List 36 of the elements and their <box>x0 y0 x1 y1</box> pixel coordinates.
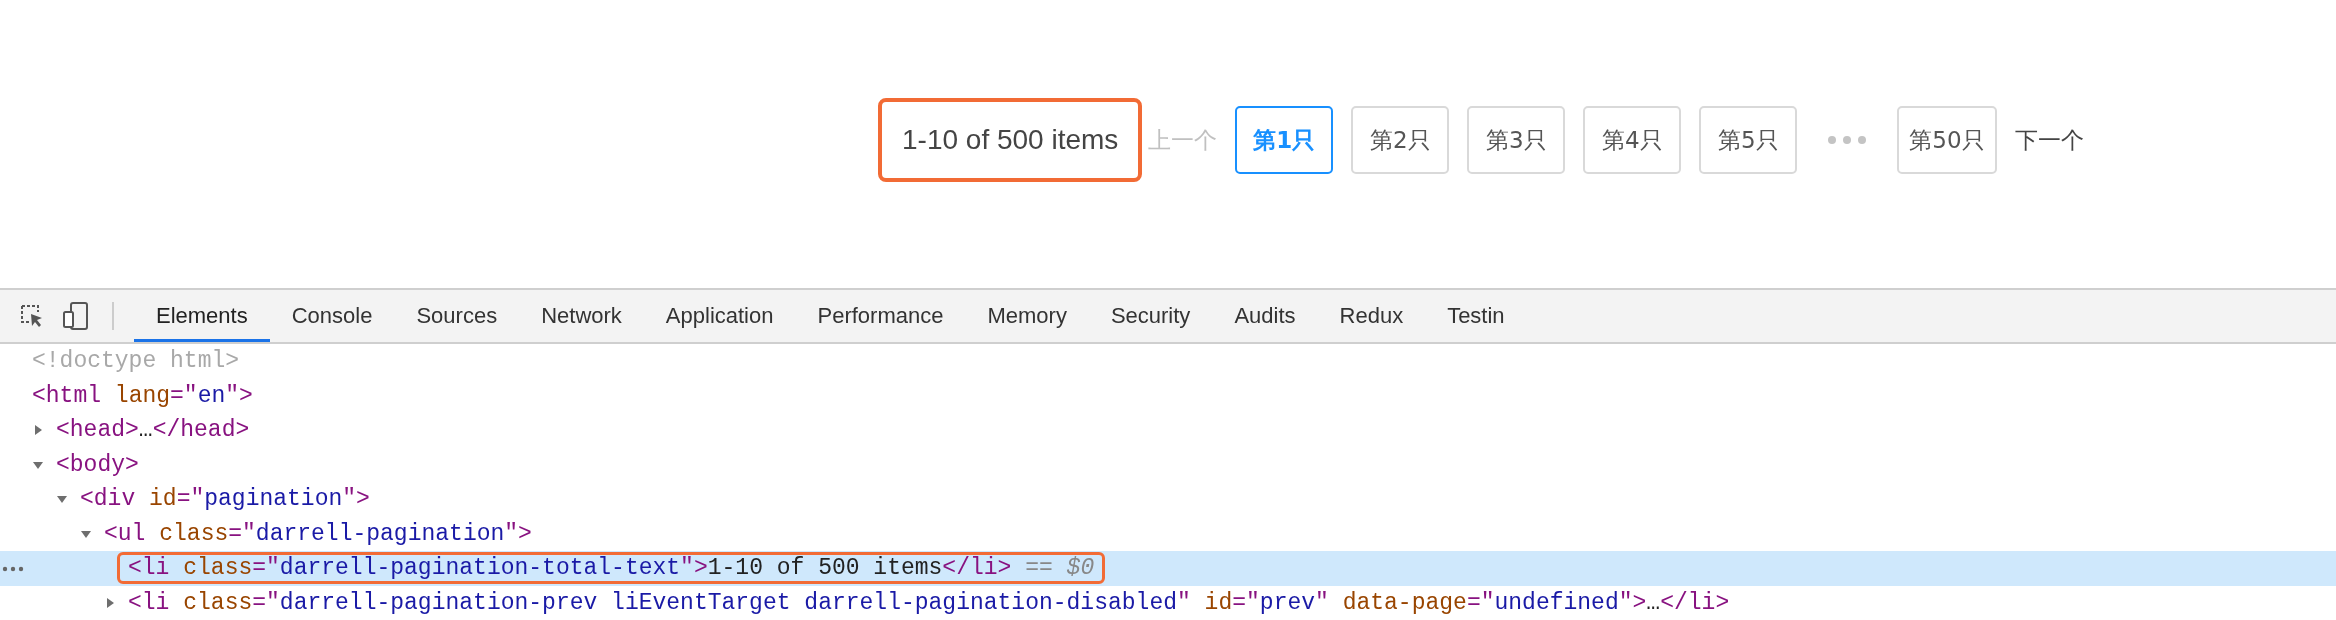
devtools-tab[interactable]: Application <box>643 290 796 342</box>
dom-node-line: <div id="pagination"> <box>79 485 371 515</box>
dom-node-line: <head>…</head> <box>55 416 251 446</box>
next-link[interactable]: 下一个 <box>2014 124 2084 156</box>
devtools-tab[interactable]: Console <box>269 290 395 342</box>
devtools-tab[interactable]: Audits <box>1212 290 1318 342</box>
more-icon[interactable] <box>2 566 24 572</box>
dom-tree-row[interactable]: <ul class="darrell-pagination"> <box>0 516 2336 551</box>
dom-node-line: <!doctype html> <box>31 347 241 377</box>
dom-tree-row[interactable]: <div id="pagination"> <box>0 482 2336 517</box>
page-button[interactable]: 第4只 <box>1583 106 1682 174</box>
devtools-tab[interactable]: Memory <box>965 290 1089 342</box>
dom-tree-row[interactable]: <li class="darrell-pagination-prev liEventTarget darrell-pagination-disabled" id="prev" data-page="undefined">…</li> <box>0 585 2336 620</box>
disclosure-triangle-icon[interactable] <box>32 424 44 437</box>
page-button[interactable]: 第2只 <box>1351 106 1450 174</box>
dom-node-line: <body> <box>55 450 140 480</box>
devtools-tab[interactable]: Network <box>519 290 644 342</box>
dom-node-line: <html lang="en"> <box>31 381 254 411</box>
total-items-text: 1-10 of 500 items <box>878 98 1143 182</box>
device-toolbar-icon[interactable] <box>62 301 90 331</box>
dom-tree-row[interactable]: <html lang="en"> <box>0 378 2336 413</box>
dom-tree-row[interactable]: <body> <box>0 447 2336 482</box>
devtools-tab[interactable]: Testin <box>1425 290 1527 342</box>
devtools-tab[interactable]: Elements <box>134 290 270 342</box>
dom-node-line: <li class="darrell-pagination-prev liEventTarget darrell-pagination-disabled" id="prev" data-page="undefined">…</li> <box>127 588 1731 618</box>
dom-node-line: <ul class="darrell-pagination"> <box>103 519 533 549</box>
page-button[interactable]: 第50只 <box>1897 106 1997 174</box>
dom-tree-row[interactable]: <head>…</head> <box>0 413 2336 448</box>
devtools-tab[interactable]: Security <box>1088 290 1213 342</box>
devtools-tab[interactable]: Performance <box>795 290 966 342</box>
devtools-tab[interactable]: Sources <box>394 290 520 342</box>
dom-tree-row[interactable]: <li class="darrell-pagination-total-text">1-10 of 500 items</li> == $0 <box>0 551 2336 586</box>
page-button[interactable]: 第5只 <box>1699 106 1798 174</box>
page-button[interactable]: 第3只 <box>1467 106 1566 174</box>
devtools-tab[interactable]: Redux <box>1317 290 1426 342</box>
disclosure-triangle-icon[interactable] <box>104 596 116 609</box>
